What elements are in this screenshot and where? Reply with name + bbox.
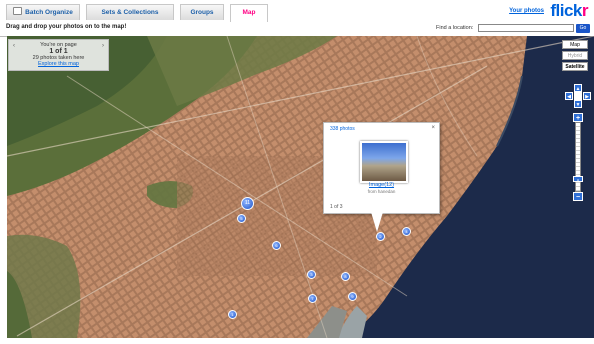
photo-marker[interactable]: 8 [341, 272, 350, 281]
photo-thumbnail[interactable] [360, 141, 408, 183]
zoom-handle[interactable]: = [573, 176, 583, 182]
pan-up-icon[interactable]: ▲ [574, 84, 582, 92]
bottom-border [0, 338, 594, 344]
pan-center-icon[interactable] [574, 92, 582, 100]
tab-bar: Batch Organize Sets & Collections Groups… [0, 0, 594, 23]
photo-marker[interactable]: 6 [272, 241, 281, 250]
photo-marker[interactable]: 4 [402, 227, 411, 236]
zoom-in-icon[interactable]: + [573, 113, 583, 122]
pan-left-icon[interactable]: ◀ [565, 92, 573, 100]
photo-marker[interactable]: 5 [237, 214, 246, 223]
pan-down-icon[interactable]: ▼ [574, 100, 582, 108]
popup-title[interactable]: 338 photos [330, 126, 355, 132]
popup-pointer [371, 212, 383, 232]
pan-right-icon[interactable]: ▶ [583, 92, 591, 100]
popup-page-indicator: 1 of 3 [330, 204, 343, 210]
tab-batch-organize[interactable]: Batch Organize [6, 4, 80, 20]
hybrid-mode-button[interactable]: Hybrid [562, 51, 588, 60]
map-mode-button[interactable]: Map [562, 40, 588, 49]
next-arrow-icon[interactable]: › [102, 43, 104, 49]
photo-marker[interactable]: 9 [348, 292, 357, 301]
flickr-logo[interactable]: flickr [550, 2, 588, 20]
photo-marker[interactable]: 1 [228, 310, 237, 319]
page-info-panel: ‹ › You're on page 1 of 1 29 photos take… [8, 39, 109, 71]
satellite-map [7, 36, 594, 338]
zoom-out-icon[interactable]: − [573, 192, 583, 201]
photo-name-link[interactable]: Image(12) [324, 182, 439, 188]
photo-marker[interactable]: 7 [308, 294, 317, 303]
your-photos-link[interactable]: Your photos [509, 8, 544, 14]
close-icon[interactable]: × [431, 125, 435, 131]
explore-map-link[interactable]: Explore this map [9, 61, 108, 67]
drag-hint: Drag and drop your photos on to the map! [6, 24, 127, 30]
photo-popup: 338 photos × Image(12) from hanedan 1 of… [323, 122, 440, 214]
tab-groups[interactable]: Groups [180, 4, 224, 20]
find-location-label: Find a location: [436, 25, 474, 31]
go-button[interactable]: Go [576, 24, 590, 33]
tab-sets-collections[interactable]: Sets & Collections [86, 4, 174, 20]
tab-map[interactable]: Map [230, 4, 268, 22]
hint-bar: Drag and drop your photos on to the map!… [0, 22, 594, 37]
page-info-page: 1 of 1 [49, 48, 68, 55]
photo-owner: from hanedan [367, 189, 396, 194]
map-canvas[interactable] [7, 36, 594, 338]
satellite-mode-button[interactable]: Satellite [562, 62, 588, 71]
photo-marker[interactable]: 11 [241, 197, 254, 210]
photo-marker[interactable]: 3 [307, 270, 316, 279]
find-location-input[interactable] [478, 24, 574, 32]
app-window: Batch Organize Sets & Collections Groups… [0, 0, 594, 344]
organize-icon [13, 7, 23, 15]
prev-arrow-icon[interactable]: ‹ [13, 43, 15, 49]
photo-marker[interactable]: 2 [376, 232, 385, 241]
